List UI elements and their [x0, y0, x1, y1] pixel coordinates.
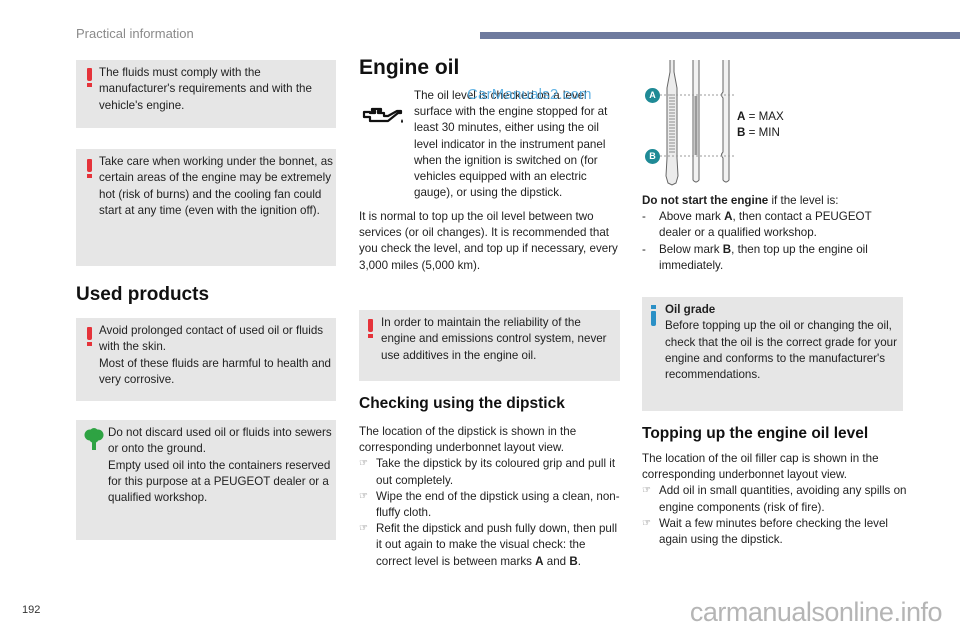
top-up-interval-text: It is normal to top up the oil level bet…: [359, 210, 618, 272]
environment-notice-box: Do not discard used oil or fluids into s…: [76, 420, 336, 540]
additives-warning-text: In order to maintain the reliability of …: [381, 316, 607, 362]
pointing-hand-icon: ☞: [642, 485, 651, 497]
skin-contact-line-1: Avoid prolonged contact of used oil or f…: [99, 324, 324, 354]
pointing-hand-icon: ☞: [359, 523, 368, 535]
topping-up-instructions: The location of the oil filler cap is sh…: [642, 451, 908, 548]
site-watermark[interactable]: carmanualsonline.info: [690, 597, 943, 628]
skin-contact-line-2: Most of these fluids are harmful to heal…: [99, 356, 332, 386]
environment-line-1: Do not discard used oil or fluids into s…: [108, 426, 332, 456]
engine-oil-heading: Engine oil: [359, 56, 460, 79]
engine-oil-intro: The oil level is checked on a level surf…: [414, 89, 608, 200]
topping-up-step: ☞ Wait a few minutes before checking the …: [642, 516, 888, 547]
pointing-hand-icon: ☞: [359, 458, 368, 470]
legend-max: A = MAX: [737, 110, 784, 123]
topping-up-heading: Topping up the engine oil level: [642, 425, 869, 442]
oil-grade-body: Before topping up the oil or changing th…: [665, 319, 897, 382]
checking-dipstick-heading: Checking using the dipstick: [359, 395, 565, 412]
additives-warning-box: In order to maintain the reliability of …: [359, 310, 620, 381]
oil-grade-info-box: Oil grade Before topping up the oil or c…: [642, 297, 903, 411]
skin-contact-warning-box: Avoid prolonged contact of used oil or f…: [76, 318, 336, 401]
dipstick-step: ☞ Refit the dipstick and push fully down,…: [359, 522, 618, 568]
topping-up-step: ☞ Add oil in small quantities, avoiding a…: [642, 484, 907, 514]
section-header-title: Practical information: [76, 26, 194, 41]
mark-a-badge: A: [645, 88, 660, 103]
watermark: CarManuals2.com: [467, 86, 592, 103]
dipstick-step: ☞ Wipe the end of the dipstick using a cl…: [359, 489, 620, 520]
bonnet-warning-box: Take care when working under the bonnet,…: [76, 149, 336, 266]
dipstick-instructions: The location of the dipstick is shown in…: [359, 424, 623, 570]
oil-can-icon: [361, 107, 405, 134]
oil-grade-text: Oil grade Before topping up the oil or c…: [665, 302, 901, 383]
do-not-start-section: Do not start the engine if the level is:…: [642, 193, 906, 274]
diagram-legend: A = MAX B = MIN: [737, 109, 784, 141]
page-number: 192: [22, 604, 41, 616]
oil-grade-title: Oil grade: [665, 303, 716, 316]
dipstick-diagram: A B A = MAX B = MIN: [640, 58, 800, 190]
mark-b-badge: B: [645, 149, 660, 164]
fluids-warning-box: The fluids must comply with the manufact…: [76, 60, 336, 128]
environment-line-2: Empty used oil into the containers reser…: [108, 458, 331, 505]
do-not-start-lead: Do not start the engine if the level is:: [642, 194, 839, 207]
topping-up-intro: The location of the oil filler cap is sh…: [642, 452, 879, 482]
fluids-warning-text: The fluids must comply with the manufact…: [99, 66, 312, 112]
condition-item: - Below mark B, then top up the engine oi…: [642, 242, 868, 272]
used-products-heading: Used products: [76, 284, 210, 305]
legend-min: B = MIN: [737, 126, 780, 139]
tree-icon: [84, 428, 104, 455]
pointing-hand-icon: ☞: [642, 517, 651, 529]
condition-item: - Above mark A, then contact a PEUGEOT de…: [642, 210, 872, 240]
bonnet-warning-text: Take care when working under the bonnet,…: [99, 155, 333, 217]
environment-notice-text: Do not discard used oil or fluids into s…: [108, 425, 334, 506]
dipstick-step: ☞ Take the dipstick by its coloured grip …: [359, 457, 616, 487]
skin-contact-warning-text: Avoid prolonged contact of used oil or f…: [99, 323, 335, 388]
pointing-hand-icon: ☞: [359, 490, 368, 502]
dipstick-intro: The location of the dipstick is shown in…: [359, 425, 577, 455]
header-accent-bar: [480, 32, 960, 39]
